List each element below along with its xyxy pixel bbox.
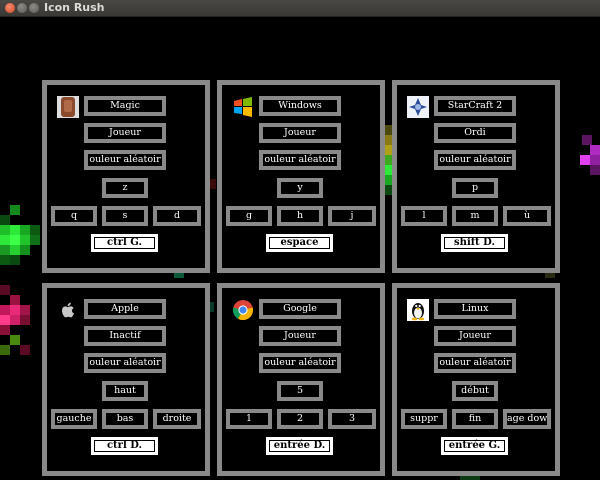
key-up-button[interactable]: y	[277, 178, 323, 198]
player-name-button[interactable]: Google	[259, 299, 341, 319]
action-key-button[interactable]: ctrl G.	[91, 234, 158, 252]
key-left-button[interactable]: suppr	[401, 409, 447, 429]
window-titlebar: Icon Rush	[0, 0, 600, 17]
color-button[interactable]: ouleur aléatoir	[259, 150, 341, 170]
color-button[interactable]: ouleur aléatoir	[259, 353, 341, 373]
key-down-button[interactable]: 2	[277, 409, 323, 429]
game-scene: Magic Joueur ouleur aléatoir z q s d ctrl G. Win…	[0, 17, 600, 480]
tux-penguin-icon	[407, 299, 429, 321]
key-down-button[interactable]: m	[452, 206, 498, 226]
minimize-icon[interactable]	[17, 3, 27, 13]
player-type-button[interactable]: Joueur	[259, 123, 341, 143]
key-up-button[interactable]: p	[452, 178, 498, 198]
key-up-button[interactable]: début	[452, 381, 498, 401]
player-panel-linux: Linux Joueur ouleur aléatoir début suppr fin a…	[392, 283, 560, 476]
player-panel-apple: Apple Inactif ouleur aléatoir haut gauche bas…	[42, 283, 210, 476]
player-type-button[interactable]: Joueur	[434, 326, 516, 346]
player-name-button[interactable]: Linux	[434, 299, 516, 319]
key-down-button[interactable]: fin	[452, 409, 498, 429]
player-panel-google: Google Joueur ouleur aléatoir 5 1 2 3 entrée D.	[217, 283, 385, 476]
key-up-button[interactable]: haut	[102, 381, 148, 401]
action-key-button[interactable]: ctrl D.	[91, 437, 158, 455]
key-down-button[interactable]: bas	[102, 409, 148, 429]
key-right-button[interactable]: ù	[503, 206, 551, 226]
key-right-button[interactable]: droite	[153, 409, 201, 429]
close-icon[interactable]	[5, 3, 15, 13]
player-type-button[interactable]: Inactif	[84, 326, 166, 346]
color-button[interactable]: ouleur aléatoir	[434, 353, 516, 373]
key-left-button[interactable]: q	[51, 206, 97, 226]
key-left-button[interactable]: g	[226, 206, 272, 226]
player-type-button[interactable]: Joueur	[84, 123, 166, 143]
magic-hand-icon	[57, 96, 79, 118]
key-left-button[interactable]: gauche	[51, 409, 97, 429]
color-button[interactable]: ouleur aléatoir	[84, 150, 166, 170]
player-name-button[interactable]: Magic	[84, 96, 166, 116]
maximize-icon[interactable]	[29, 3, 39, 13]
player-panel-magic: Magic Joueur ouleur aléatoir z q s d ctrl G.	[42, 80, 210, 273]
key-right-button[interactable]: j	[328, 206, 376, 226]
chrome-logo-icon	[232, 299, 254, 321]
color-button[interactable]: ouleur aléatoir	[434, 150, 516, 170]
starcraft2-logo-icon	[407, 96, 429, 118]
action-key-button[interactable]: shift D.	[441, 234, 508, 252]
player-type-button[interactable]: Ordi	[434, 123, 516, 143]
windows-logo-icon	[232, 96, 254, 118]
apple-logo-icon	[57, 299, 79, 321]
action-key-button[interactable]: espace	[266, 234, 333, 252]
action-key-button[interactable]: entrée G.	[441, 437, 508, 455]
key-down-button[interactable]: h	[277, 206, 323, 226]
player-name-button[interactable]: Windows	[259, 96, 341, 116]
player-type-button[interactable]: Joueur	[259, 326, 341, 346]
action-key-button[interactable]: entrée D.	[266, 437, 333, 455]
key-left-button[interactable]: 1	[226, 409, 272, 429]
key-up-button[interactable]: z	[102, 178, 148, 198]
key-up-button[interactable]: 5	[277, 381, 323, 401]
player-panel-starcraft: StarCraft 2 Ordi ouleur aléatoir p l m ù shift …	[392, 80, 560, 273]
key-right-button[interactable]: 3	[328, 409, 376, 429]
color-button[interactable]: ouleur aléatoir	[84, 353, 166, 373]
key-right-button[interactable]: d	[153, 206, 201, 226]
player-name-button[interactable]: StarCraft 2	[434, 96, 516, 116]
key-right-button[interactable]: age dow	[503, 409, 551, 429]
window-title: Icon Rush	[44, 1, 105, 14]
key-down-button[interactable]: s	[102, 206, 148, 226]
player-panel-windows: Windows Joueur ouleur aléatoir y g h j espace	[217, 80, 385, 273]
key-left-button[interactable]: l	[401, 206, 447, 226]
player-name-button[interactable]: Apple	[84, 299, 166, 319]
